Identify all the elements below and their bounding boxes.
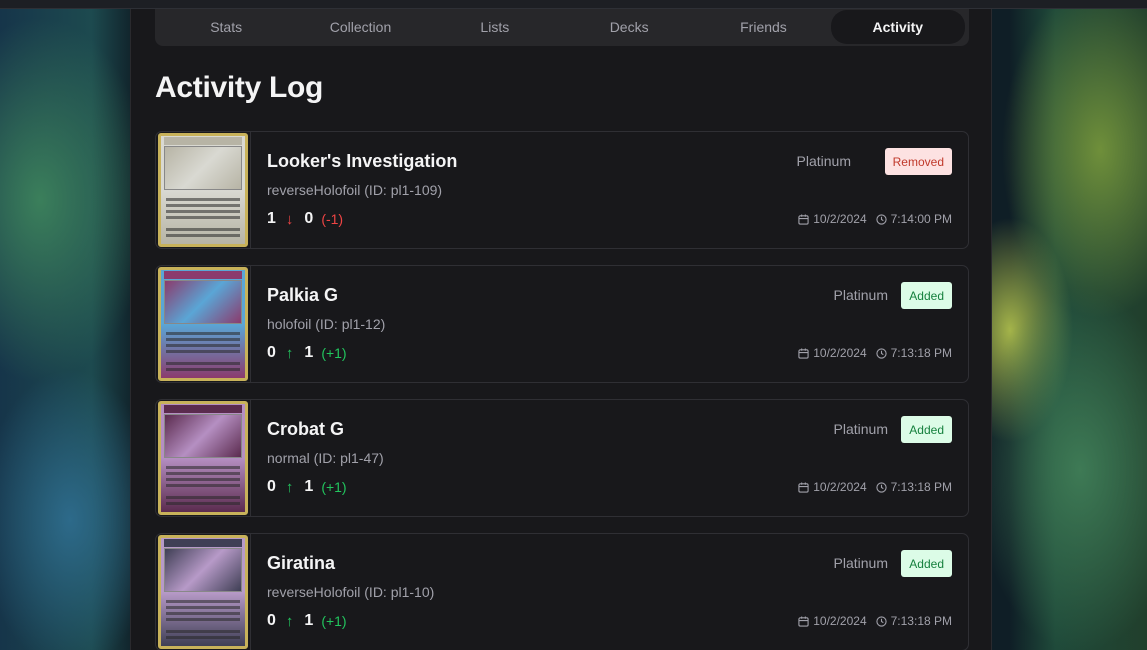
activity-panel: Stats Collection Lists Decks Friends Act… [130, 9, 992, 650]
quantity-from: 0 [267, 478, 276, 495]
arrow-up-icon: ↑ [285, 478, 294, 496]
profile-tabs: Stats Collection Lists Decks Friends Act… [155, 9, 969, 46]
card-name[interactable]: Crobat G [267, 419, 344, 440]
quantity-diff: (+1) [321, 345, 347, 361]
card-variant: reverseHolofoil (ID: pl1-109) [267, 182, 443, 198]
card-image [158, 133, 248, 247]
quantity-change: 0 ↑ 1 (+1) [267, 478, 347, 496]
card-thumbnail[interactable] [156, 132, 251, 248]
clock-icon [875, 347, 887, 359]
card-image [158, 267, 248, 381]
quantity-diff: (+1) [321, 479, 347, 495]
entry-time: 7:14:00 PM [890, 212, 952, 226]
calendar-icon [798, 615, 809, 627]
card-image [158, 535, 248, 649]
arrow-up-icon: ↑ [285, 612, 294, 630]
card-thumbnail[interactable] [156, 400, 251, 516]
status-badge: Removed [884, 148, 952, 175]
tab-decks[interactable]: Decks [562, 10, 696, 44]
quantity-from: 0 [267, 344, 276, 361]
tab-stats[interactable]: Stats [159, 10, 293, 44]
tab-activity[interactable]: Activity [830, 9, 965, 44]
card-image [158, 401, 248, 515]
page-title: Activity Log [155, 71, 324, 104]
set-name: Platinum [796, 153, 851, 169]
entry-time: 7:13:18 PM [890, 346, 952, 360]
timestamp: 10/2/2024 7:13:18 PM [798, 346, 952, 360]
entry-time: 7:13:18 PM [890, 480, 952, 494]
card-variant: holofoil (ID: pl1-12) [267, 316, 386, 332]
activity-entry[interactable]: Palkia G holofoil (ID: pl1-12) 0 ↑ 1 (+1… [155, 265, 969, 383]
quantity-to: 1 [304, 344, 314, 361]
tab-collection[interactable]: Collection [293, 10, 427, 44]
activity-entry[interactable]: Crobat G normal (ID: pl1-47) 0 ↑ 1 (+1) … [155, 399, 969, 517]
card-variant: normal (ID: pl1-47) [267, 450, 384, 466]
tab-friends[interactable]: Friends [696, 10, 830, 44]
browser-top-bar [0, 0, 1147, 9]
set-name: Platinum [833, 555, 888, 571]
quantity-to: 0 [304, 210, 314, 227]
clock-icon [875, 481, 887, 493]
activity-entry[interactable]: Giratina reverseHolofoil (ID: pl1-10) 0 … [155, 533, 969, 650]
status-badge: Added [901, 282, 952, 309]
status-badge: Added [901, 550, 952, 577]
timestamp: 10/2/2024 7:13:18 PM [798, 480, 952, 494]
entry-date: 10/2/2024 [813, 480, 867, 494]
timestamp: 10/2/2024 7:13:18 PM [798, 614, 952, 628]
clock-icon [875, 615, 887, 627]
clock-icon [875, 213, 887, 225]
quantity-change: 1 ↓ 0 (-1) [267, 210, 343, 228]
card-thumbnail[interactable] [156, 266, 251, 382]
quantity-diff: (+1) [321, 613, 347, 629]
arrow-up-icon: ↑ [285, 344, 294, 362]
entry-time: 7:13:18 PM [890, 614, 952, 628]
arrow-down-icon: ↓ [285, 210, 294, 228]
entry-date: 10/2/2024 [813, 346, 867, 360]
quantity-to: 1 [304, 612, 314, 629]
timestamp: 10/2/2024 7:14:00 PM [798, 212, 952, 226]
card-name[interactable]: Looker's Investigation [267, 151, 457, 172]
quantity-to: 1 [304, 478, 314, 495]
card-thumbnail[interactable] [156, 534, 251, 650]
calendar-icon [798, 481, 809, 493]
entry-date: 10/2/2024 [813, 212, 867, 226]
entry-date: 10/2/2024 [813, 614, 867, 628]
quantity-change: 0 ↑ 1 (+1) [267, 344, 347, 362]
activity-entry[interactable]: Looker's Investigation reverseHolofoil (… [155, 131, 969, 249]
status-badge: Added [901, 416, 952, 443]
quantity-from: 0 [267, 612, 276, 629]
calendar-icon [798, 347, 809, 359]
card-name[interactable]: Palkia G [267, 285, 338, 306]
calendar-icon [798, 213, 809, 225]
tab-lists[interactable]: Lists [428, 10, 562, 44]
card-name[interactable]: Giratina [267, 553, 335, 574]
quantity-diff: (-1) [321, 211, 344, 227]
set-name: Platinum [833, 287, 888, 303]
set-name: Platinum [833, 421, 888, 437]
card-variant: reverseHolofoil (ID: pl1-10) [267, 584, 435, 600]
quantity-from: 1 [267, 210, 276, 227]
quantity-change: 0 ↑ 1 (+1) [267, 612, 347, 630]
